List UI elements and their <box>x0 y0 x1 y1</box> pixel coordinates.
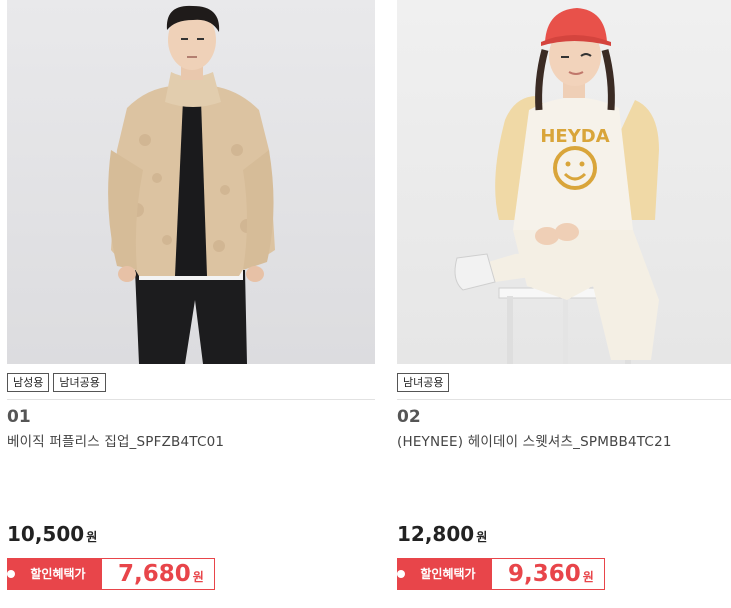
discount-price-value: 7,680 <box>118 561 191 587</box>
product-image[interactable]: HEYDA <box>397 0 731 364</box>
tag-badge[interactable]: 남녀공용 <box>397 373 450 392</box>
shirt-print-text: HEYDA <box>540 126 609 147</box>
discount-label: 할인혜택가 <box>397 559 492 589</box>
product-name-link[interactable]: (HEYNEE) 헤이데이 스웻셔츠_SPMBB4TC21 <box>397 430 731 450</box>
product-name-link[interactable]: 베이직 퍼플리스 집업_SPFZB4TC01 <box>7 430 375 450</box>
discount-price-value: 9,360 <box>508 561 581 587</box>
discount-price-box: 할인혜택가 7,680 원 <box>7 558 215 590</box>
product-image[interactable] <box>7 0 375 364</box>
discount-price: 9,360 원 <box>492 559 604 589</box>
original-price: 12,800 원 <box>397 522 487 546</box>
price-unit: 원 <box>476 530 488 544</box>
product-card[interactable]: HEYDA 남녀공용 02 (HEYNEE) 헤이데이 스웻셔츠_SPMBB4T… <box>397 0 731 608</box>
divider <box>7 399 375 400</box>
original-price: 10,500 원 <box>7 522 97 546</box>
price-unit: 원 <box>86 530 98 544</box>
product-tags: 남녀공용 <box>397 373 450 392</box>
product-number: 01 <box>7 407 31 427</box>
price-value: 10,500 <box>7 522 85 546</box>
product-number: 02 <box>397 407 421 427</box>
divider <box>397 399 731 400</box>
tag-badge[interactable]: 남녀공용 <box>53 373 106 392</box>
discount-price-box: 할인혜택가 9,360 원 <box>397 558 605 590</box>
discount-price-unit: 원 <box>192 570 204 584</box>
product-tags: 남성용 남녀공용 <box>7 373 106 392</box>
tag-badge[interactable]: 남성용 <box>7 373 50 392</box>
model-fleece-jacket-illustration <box>108 5 275 364</box>
discount-label: 할인혜택가 <box>7 559 102 589</box>
model-sweatshirt-illustration: HEYDA <box>454 8 659 364</box>
product-card[interactable]: 남성용 남녀공용 01 베이직 퍼플리스 집업_SPFZB4TC01 10,50… <box>7 0 375 608</box>
price-value: 12,800 <box>397 522 475 546</box>
discount-price-unit: 원 <box>582 570 594 584</box>
discount-price: 7,680 원 <box>102 559 214 589</box>
product-grid: 남성용 남녀공용 01 베이직 퍼플리스 집업_SPFZB4TC01 10,50… <box>0 0 731 608</box>
